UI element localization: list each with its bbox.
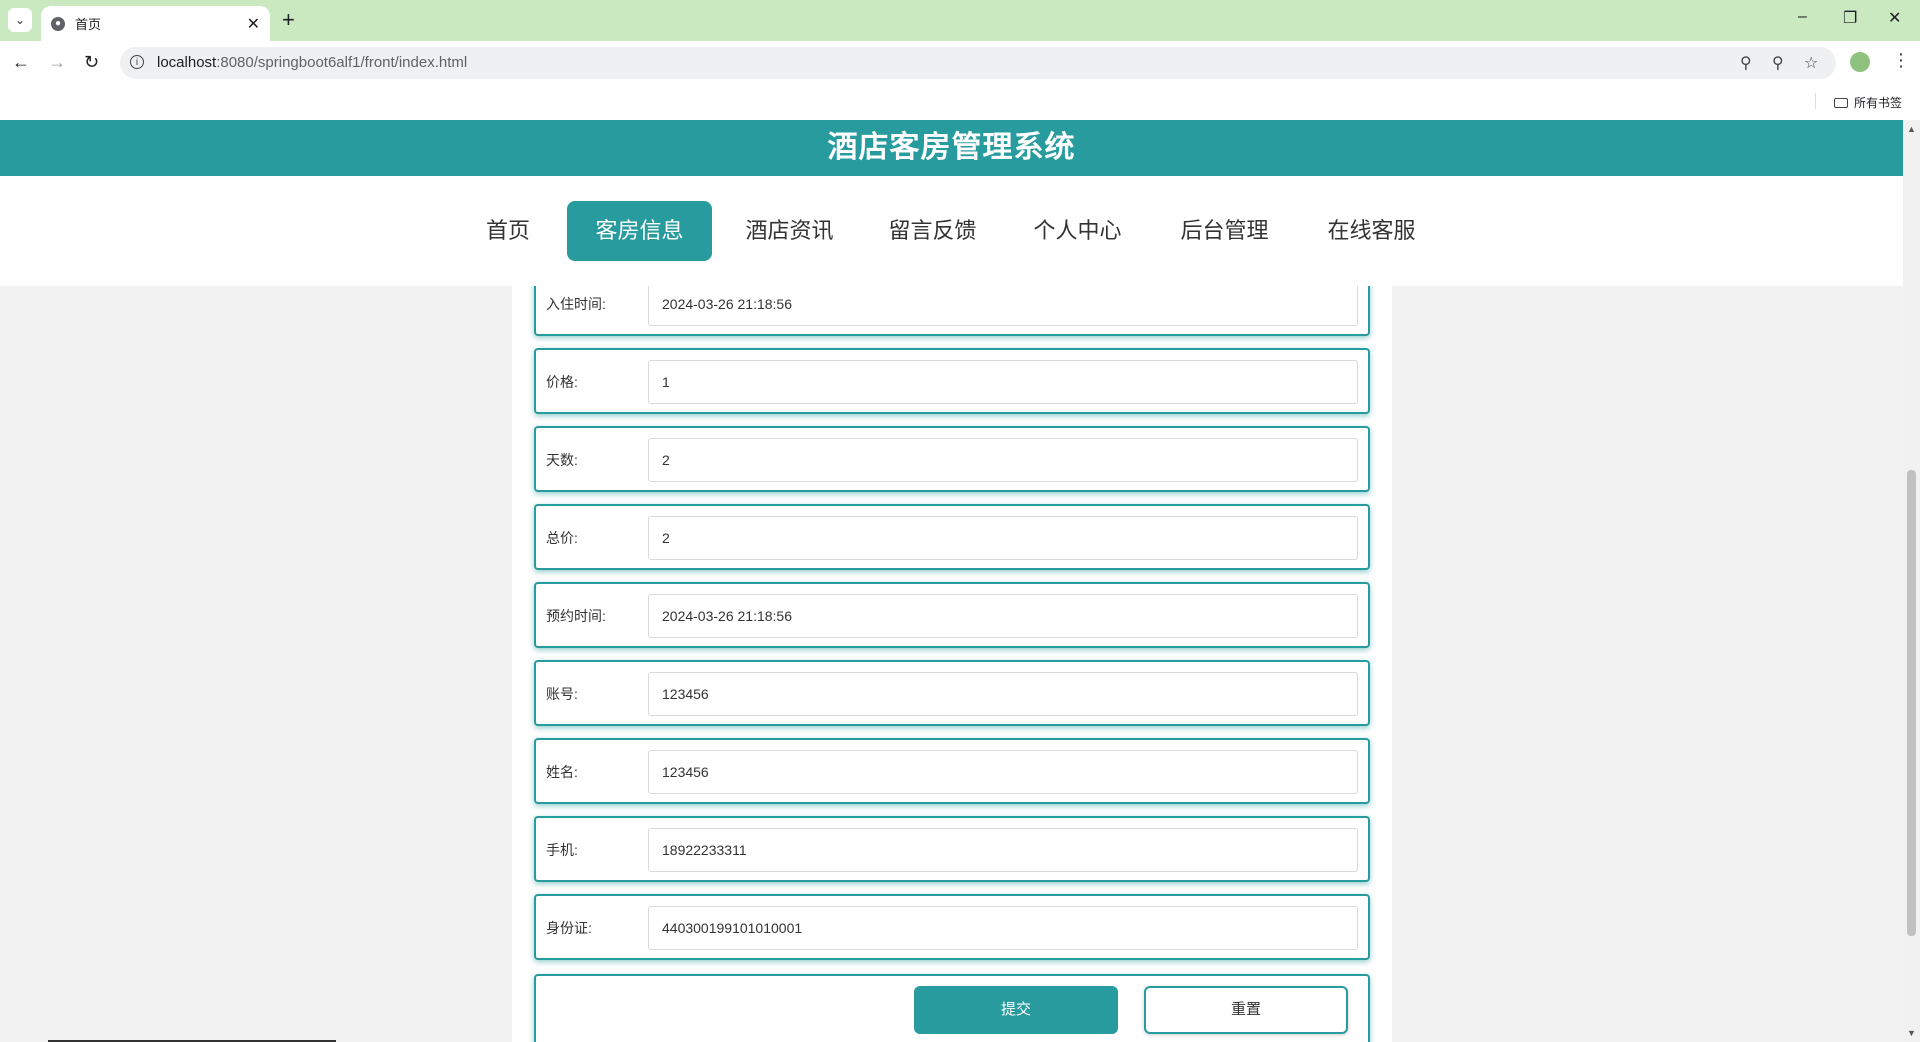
- field-input[interactable]: [648, 516, 1358, 560]
- field-input[interactable]: [648, 360, 1358, 404]
- profile-avatar-icon[interactable]: [1850, 52, 1870, 72]
- nav-item-profile[interactable]: 个人中心: [1020, 201, 1135, 261]
- nav-item-support[interactable]: 在线客服: [1314, 201, 1429, 261]
- field-label: 入住时间:: [546, 296, 606, 312]
- page-scrollbar[interactable]: ▲ ▼: [1903, 120, 1920, 1042]
- nav-item-admin[interactable]: 后台管理: [1167, 201, 1282, 261]
- form-row: 天数:: [534, 426, 1370, 492]
- site-header: 酒店客房管理系统: [0, 120, 1903, 176]
- field-input[interactable]: [648, 906, 1358, 950]
- field-label: 姓名:: [546, 764, 578, 780]
- page-viewport: 入住时间: 价格: 天数: 总价: 预约时间: 账号: 姓名: 手机: 身份证: 提交 重置 酒…: [0, 120, 1903, 1042]
- window-close-icon[interactable]: ✕: [1888, 8, 1901, 28]
- form-row: 身份证:: [534, 894, 1370, 960]
- nav-item-news[interactable]: 酒店资讯: [732, 201, 847, 261]
- field-input[interactable]: [648, 438, 1358, 482]
- scroll-down-icon[interactable]: ▼: [1907, 1028, 1916, 1038]
- back-icon[interactable]: ←: [12, 51, 30, 73]
- password-key-icon[interactable]: ⚲: [1740, 53, 1752, 73]
- browser-menu-icon[interactable]: ⋮: [1892, 50, 1910, 71]
- restore-icon[interactable]: ❐: [1843, 8, 1857, 28]
- minimize-icon[interactable]: –: [1798, 8, 1807, 26]
- form-row: 姓名:: [534, 738, 1370, 804]
- tab-search-icon[interactable]: ⌄: [8, 8, 32, 32]
- bookmarks-bar: 所有书签: [0, 83, 1920, 120]
- field-label: 总价:: [546, 530, 578, 546]
- address-bar[interactable]: i localhost:8080/springboot6alf1/front/i…: [120, 47, 1836, 79]
- reload-icon[interactable]: ↻: [84, 51, 99, 73]
- field-input[interactable]: [648, 828, 1358, 872]
- field-input[interactable]: [648, 594, 1358, 638]
- field-label: 价格:: [546, 374, 578, 390]
- form-row: 价格:: [534, 348, 1370, 414]
- scroll-up-icon[interactable]: ▲: [1907, 124, 1916, 134]
- nav-item-feedback[interactable]: 留言反馈: [875, 201, 990, 261]
- field-input[interactable]: [648, 672, 1358, 716]
- reset-button[interactable]: 重置: [1144, 986, 1348, 1034]
- form-actions: 提交 重置: [534, 974, 1370, 1042]
- form-row: 总价:: [534, 504, 1370, 570]
- tab-title: 首页: [75, 17, 102, 32]
- browser-toolbar: ← → ↻ i localhost:8080/springboot6alf1/f…: [0, 41, 1920, 83]
- submit-button[interactable]: 提交: [914, 986, 1118, 1034]
- field-input[interactable]: [648, 750, 1358, 794]
- field-input[interactable]: [648, 282, 1358, 326]
- bookmark-star-icon[interactable]: ☆: [1804, 53, 1818, 73]
- zoom-icon[interactable]: ⚲: [1772, 53, 1784, 73]
- nav-item-rooms[interactable]: 客房信息: [567, 201, 712, 261]
- close-tab-icon[interactable]: ✕: [247, 14, 260, 34]
- nav-item-home[interactable]: 首页: [472, 201, 544, 261]
- field-label: 天数:: [546, 452, 578, 468]
- field-label: 账号:: [546, 686, 578, 702]
- folder-icon: [1834, 98, 1848, 108]
- all-bookmarks-folder[interactable]: 所有书签: [1834, 94, 1902, 111]
- field-label: 身份证:: [546, 920, 592, 936]
- bookmarks-separator: [1815, 93, 1816, 109]
- globe-icon: ●: [51, 16, 65, 31]
- field-label: 预约时间:: [546, 608, 606, 624]
- new-tab-icon[interactable]: +: [282, 8, 295, 32]
- forward-icon[interactable]: →: [48, 51, 66, 73]
- main-nav: 首页 客房信息 酒店资讯 留言反馈 个人中心 后台管理 在线客服: [0, 176, 1903, 286]
- form-row: 预约时间:: [534, 582, 1370, 648]
- scrollbar-thumb[interactable]: [1907, 470, 1916, 936]
- site-title: 酒店客房管理系统: [827, 131, 1076, 164]
- browser-tabbar: ⌄ ● 首页 ✕ + – ❐ ✕: [0, 0, 1920, 41]
- form-row: 账号:: [534, 660, 1370, 726]
- url-text: localhost:8080/springboot6alf1/front/ind…: [157, 54, 468, 71]
- field-label: 手机:: [546, 842, 578, 858]
- site-info-icon[interactable]: i: [130, 55, 144, 69]
- form-row: 手机:: [534, 816, 1370, 882]
- browser-tab[interactable]: ● 首页 ✕: [41, 6, 270, 41]
